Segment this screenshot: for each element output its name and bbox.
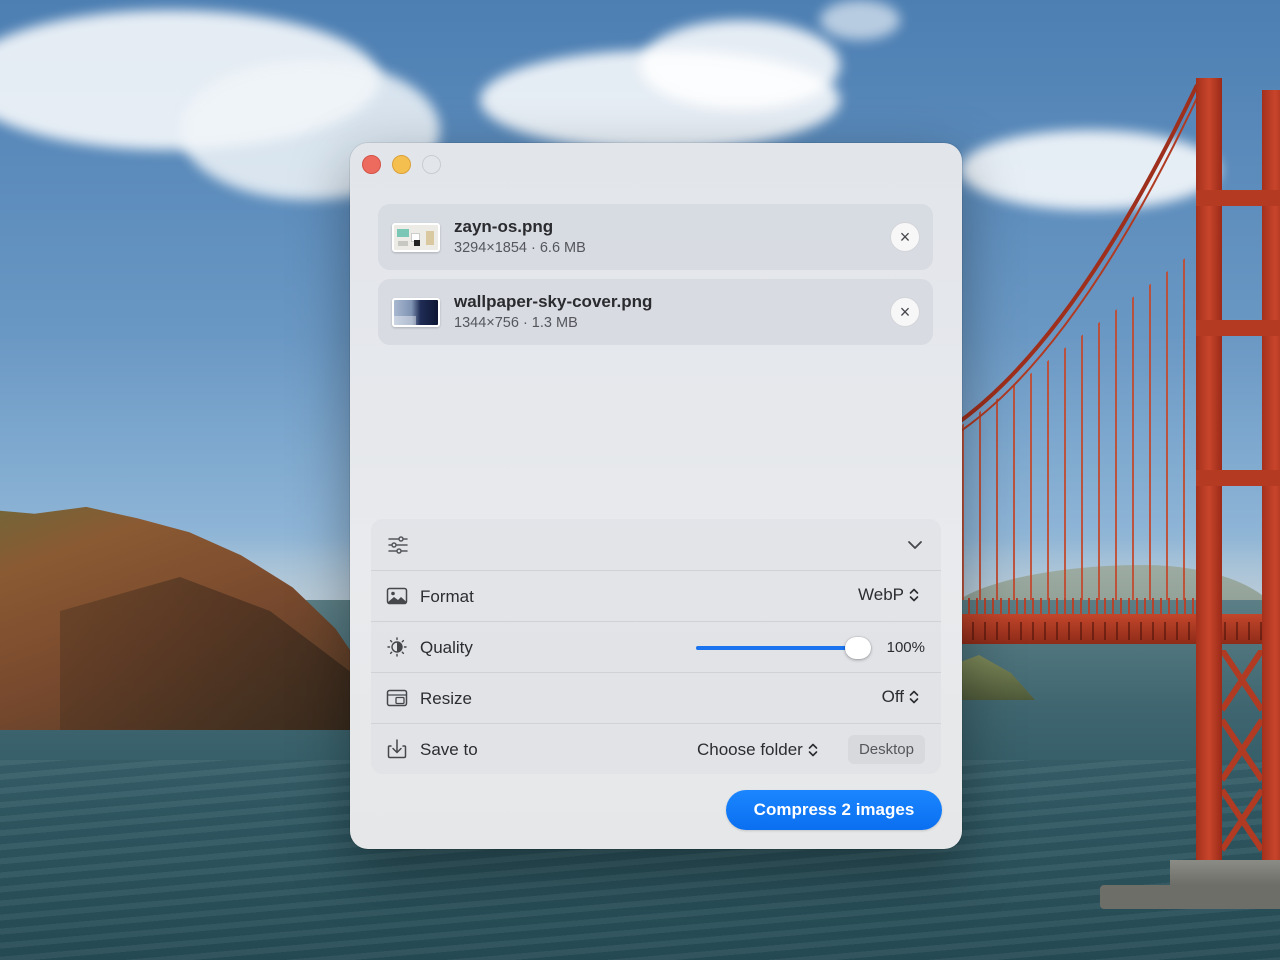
settings-header[interactable] bbox=[371, 519, 941, 571]
download-icon bbox=[387, 739, 407, 759]
bridge-tower-beam bbox=[1196, 470, 1280, 486]
save-to-label: Save to bbox=[420, 740, 478, 759]
bridge-rails bbox=[960, 598, 1200, 614]
choose-folder-label: Choose folder bbox=[697, 740, 803, 759]
slider-fill bbox=[696, 646, 858, 650]
cloud bbox=[640, 20, 840, 110]
format-label: Format bbox=[420, 587, 474, 606]
bridge-tower-bracing bbox=[1222, 650, 1262, 852]
format-popup[interactable]: WebP bbox=[858, 585, 919, 605]
minimize-window-button[interactable] bbox=[392, 155, 411, 174]
brightness-icon bbox=[387, 637, 407, 657]
remove-file-button[interactable]: × bbox=[890, 297, 920, 327]
bridge-tower-beam bbox=[1196, 190, 1280, 206]
settings-panel: Format WebP Quality 100% Resize Off Save… bbox=[371, 519, 941, 774]
compressor-window: zayn-os.png 3294×1854 · 6.6 MB × wallpap… bbox=[350, 143, 962, 849]
zoom-window-button[interactable] bbox=[422, 155, 441, 174]
file-item[interactable]: wallpaper-sky-cover.png 1344×756 · 1.3 M… bbox=[378, 279, 933, 345]
resize-label: Resize bbox=[420, 689, 472, 708]
file-meta: 1344×756 · 1.3 MB bbox=[454, 315, 578, 331]
file-name: wallpaper-sky-cover.png bbox=[454, 292, 653, 311]
remove-file-button[interactable]: × bbox=[890, 222, 920, 252]
quality-row: Quality 100% bbox=[371, 622, 941, 673]
format-row: Format WebP bbox=[371, 571, 941, 622]
compress-button[interactable]: Compress 2 images bbox=[726, 790, 942, 830]
file-item[interactable]: zayn-os.png 3294×1854 · 6.6 MB × bbox=[378, 204, 933, 270]
chevron-updown-icon bbox=[909, 588, 919, 602]
quality-value: 100% bbox=[886, 639, 925, 656]
file-thumbnail bbox=[392, 298, 440, 327]
chevron-updown-icon bbox=[808, 743, 818, 757]
close-window-button[interactable] bbox=[362, 155, 381, 174]
file-name: zayn-os.png bbox=[454, 217, 554, 236]
file-list: zayn-os.png 3294×1854 · 6.6 MB × wallpap… bbox=[378, 204, 933, 354]
cloud bbox=[820, 0, 900, 40]
bridge-tower-leg bbox=[1262, 90, 1280, 900]
resize-icon bbox=[386, 689, 408, 707]
bridge-main-cable bbox=[955, 84, 1199, 436]
chevron-updown-icon bbox=[909, 690, 919, 704]
quality-label: Quality bbox=[420, 638, 473, 657]
quality-slider[interactable] bbox=[696, 637, 871, 659]
resize-popup[interactable]: Off bbox=[882, 687, 919, 707]
save-to-row: Save to Choose folder Desktop bbox=[371, 724, 941, 775]
chevron-down-icon[interactable] bbox=[907, 537, 923, 553]
format-value: WebP bbox=[858, 585, 904, 604]
bridge-tower-beam bbox=[1196, 320, 1280, 336]
traffic-lights bbox=[362, 155, 441, 174]
file-thumbnail bbox=[392, 223, 440, 252]
bridge-truss bbox=[960, 622, 1280, 640]
slider-knob[interactable] bbox=[845, 637, 871, 659]
file-meta: 3294×1854 · 6.6 MB bbox=[454, 240, 586, 256]
choose-folder-popup[interactable]: Choose folder bbox=[697, 740, 818, 760]
sliders-icon bbox=[388, 536, 408, 554]
destination-chip[interactable]: Desktop bbox=[847, 735, 925, 764]
resize-value: Off bbox=[881, 687, 904, 706]
close-icon: × bbox=[899, 227, 911, 247]
bridge-tower-foot bbox=[1100, 885, 1280, 909]
resize-row: Resize Off bbox=[371, 673, 941, 724]
image-icon bbox=[386, 587, 408, 605]
close-icon: × bbox=[899, 302, 911, 322]
